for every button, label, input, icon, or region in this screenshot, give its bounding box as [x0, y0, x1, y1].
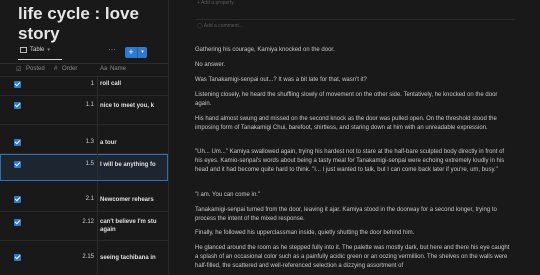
posted-checkbox[interactable] [14, 139, 21, 146]
column-divider [97, 125, 98, 153]
name-cell[interactable]: I will be anything fo [100, 161, 166, 169]
name-cell[interactable]: roll call [100, 80, 166, 88]
posted-checkbox[interactable] [14, 254, 21, 261]
order-cell: 1 [90, 81, 94, 87]
column-header-order[interactable]: Order [62, 66, 77, 72]
column-divider [97, 181, 98, 211]
table-row[interactable]: 2.15 seeing tachibana in [0, 241, 168, 275]
table-row[interactable]: 2.1 Newcomer rehears [0, 181, 168, 212]
posted-checkbox[interactable] [14, 219, 21, 226]
column-divider [97, 154, 98, 180]
paragraph[interactable]: No answer. [195, 61, 513, 70]
name-cell[interactable]: nice to meet you, k [100, 102, 166, 110]
name-cell[interactable]: Newcomer rehears [100, 196, 166, 204]
table-header: ☑ Posted # Order Aa Name [0, 63, 168, 77]
database-panel: life cycle : love story Table ▾ ··· + ▾ … [0, 0, 169, 275]
paragraph[interactable]: Gathering his courage, Kamiya knocked on… [195, 46, 513, 55]
table-row-selected[interactable]: 1.5 I will be anything fo [0, 154, 168, 181]
column-header-name[interactable]: Name [110, 66, 126, 72]
view-tab-table[interactable]: Table ▾ [20, 47, 50, 53]
new-dropdown-icon[interactable]: ▾ [138, 47, 147, 58]
paragraph[interactable]: His hand almost swung and missed on the … [195, 115, 513, 133]
order-cell: 1.1 [85, 102, 94, 108]
posted-checkbox[interactable] [14, 196, 21, 203]
posted-column-icon: ☑ [16, 67, 22, 73]
column-divider [97, 212, 98, 240]
column-header-posted[interactable]: Posted [26, 66, 45, 72]
table-row[interactable]: 2.12 can't believe I'm stu again [0, 212, 168, 241]
order-cell: 2.15 [82, 254, 94, 260]
table-icon [20, 47, 27, 53]
paragraph[interactable]: Listening closely, he heard the shufflin… [195, 91, 513, 109]
table-row[interactable]: 1.1 nice to meet you, k [0, 96, 168, 125]
posted-checkbox[interactable] [14, 102, 21, 109]
divider [195, 19, 515, 20]
paragraph[interactable]: "I am. You can come in." [195, 191, 513, 200]
order-cell: 1.3 [85, 139, 94, 145]
name-cell[interactable]: can't believe I'm stu again [100, 218, 166, 234]
active-tab-indicator [18, 59, 62, 60]
page-peek-panel: + Add a property ◯ Add a comment... Gath… [169, 0, 540, 275]
new-button[interactable]: + ▾ [125, 47, 147, 58]
paragraph[interactable]: Tanakamigi-senpai turned from the door, … [195, 206, 513, 224]
order-column-icon: # [54, 66, 58, 72]
add-property-button[interactable]: + Add a property [197, 0, 234, 6]
plus-icon: + [128, 47, 134, 57]
name-cell[interactable]: a tour [100, 139, 166, 147]
chevron-down-icon: ▾ [47, 47, 50, 53]
column-divider [97, 241, 98, 275]
avatar: ◯ [197, 23, 204, 29]
posted-checkbox[interactable] [14, 161, 21, 168]
name-column-icon: Aa [100, 66, 108, 72]
view-tab-label: Table [30, 47, 45, 53]
posted-checkbox[interactable] [14, 81, 21, 88]
paragraph[interactable]: "Uh... Um..." Kamiya swallowed again, tr… [195, 148, 513, 175]
paragraph[interactable]: Finally, he followed his upperclassman i… [195, 229, 513, 238]
column-divider [97, 76, 98, 95]
add-comment-input[interactable]: ◯ Add a comment... [197, 23, 243, 29]
add-property-label: Add a property [201, 0, 234, 6]
name-cell[interactable]: seeing tachibana in [100, 254, 166, 262]
paragraph[interactable]: He glanced around the room as he stepped… [195, 244, 513, 271]
order-cell: 1.5 [85, 161, 94, 167]
page-title: life cycle : love story [18, 4, 139, 43]
table-row[interactable]: 1.3 a tour [0, 125, 168, 154]
column-divider [97, 96, 98, 124]
database-toolbar: Table ▾ ··· + ▾ [0, 44, 168, 62]
table-row[interactable]: 1 roll call [0, 76, 168, 96]
order-cell: 2.12 [82, 219, 94, 225]
paragraph[interactable]: Was Tanakamigi-senpai out...? It was a b… [195, 76, 513, 85]
order-cell: 2.1 [85, 196, 94, 202]
add-comment-placeholder: Add a comment... [203, 23, 243, 29]
more-options-icon[interactable]: ··· [108, 45, 116, 54]
